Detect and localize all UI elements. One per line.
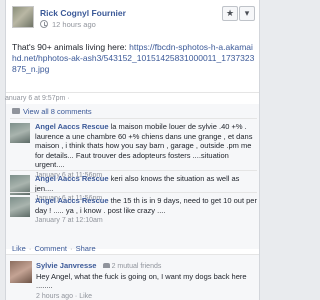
chevron-down-icon: ▾ — [244, 8, 250, 18]
post-options-button[interactable]: ▾ — [239, 6, 255, 21]
comment-bubble-icon — [12, 108, 20, 115]
facebook-post: Rick Cognyl Fournier 12 hours ago ★ ▾ Th… — [5, 0, 260, 300]
post-author-name[interactable]: Rick Cognyl Fournier — [40, 8, 126, 18]
post-meta-date[interactable]: anuary 6 at 9:57pm · — [5, 95, 70, 102]
comment-timestamp[interactable]: January 7 at 12:10am — [35, 216, 257, 226]
star-icon: ★ — [225, 8, 235, 18]
latest-comment: Sylvie Janvresse 2 mutual friends Hey An… — [6, 254, 259, 300]
like-link[interactable]: Like — [12, 244, 26, 253]
mutual-friends-badge[interactable]: 2 mutual friends — [102, 262, 162, 270]
action-separator: · — [26, 244, 34, 253]
commenter-name[interactable]: Angel Aaccs Rescue — [35, 122, 109, 131]
commenter-name[interactable]: Angel Aaccs Rescue — [35, 196, 109, 205]
comments-section: View all 8 comments Angel Aaccs Rescue l… — [6, 104, 259, 249]
commenter-name[interactable]: Sylvie Janvresse — [36, 261, 96, 270]
post-actions: Like · Comment · Share — [12, 244, 96, 253]
post-timestamp[interactable]: 12 hours ago — [52, 20, 96, 29]
view-all-comments-label: View all 8 comments — [23, 107, 92, 116]
commenter-name[interactable]: Angel Aaccs Rescue — [35, 174, 109, 183]
star-button[interactable]: ★ — [222, 6, 238, 21]
post-meta: anuary 6 at 9:57pm · — [5, 92, 259, 104]
post-text: That's 90+ animals living here: https://… — [12, 42, 255, 75]
post-header: Rick Cognyl Fournier 12 hours ago ★ ▾ — [6, 0, 259, 38]
comment-text: Hey Angel, what the fuck is going on, I … — [36, 271, 247, 291]
author-avatar[interactable] — [12, 6, 34, 28]
comment-link[interactable]: Comment — [34, 244, 67, 253]
view-all-comments-link[interactable]: View all 8 comments — [12, 107, 92, 116]
clock-icon — [40, 20, 48, 28]
people-icon — [102, 262, 110, 268]
commenter-avatar[interactable] — [10, 123, 30, 143]
mutual-friends-label: 2 mutual friends — [111, 263, 162, 270]
action-separator: · — [67, 244, 75, 253]
commenter-avatar[interactable] — [10, 197, 30, 217]
comment-item: Angel Aaccs Rescue the 15 th is in 9 day… — [10, 192, 257, 226]
comment-timestamp[interactable]: 2 hours ago · Like — [36, 292, 256, 300]
commenter-avatar[interactable] — [10, 261, 32, 283]
share-link[interactable]: Share — [76, 244, 96, 253]
post-body-text: That's 90+ animals living here: — [12, 42, 130, 52]
